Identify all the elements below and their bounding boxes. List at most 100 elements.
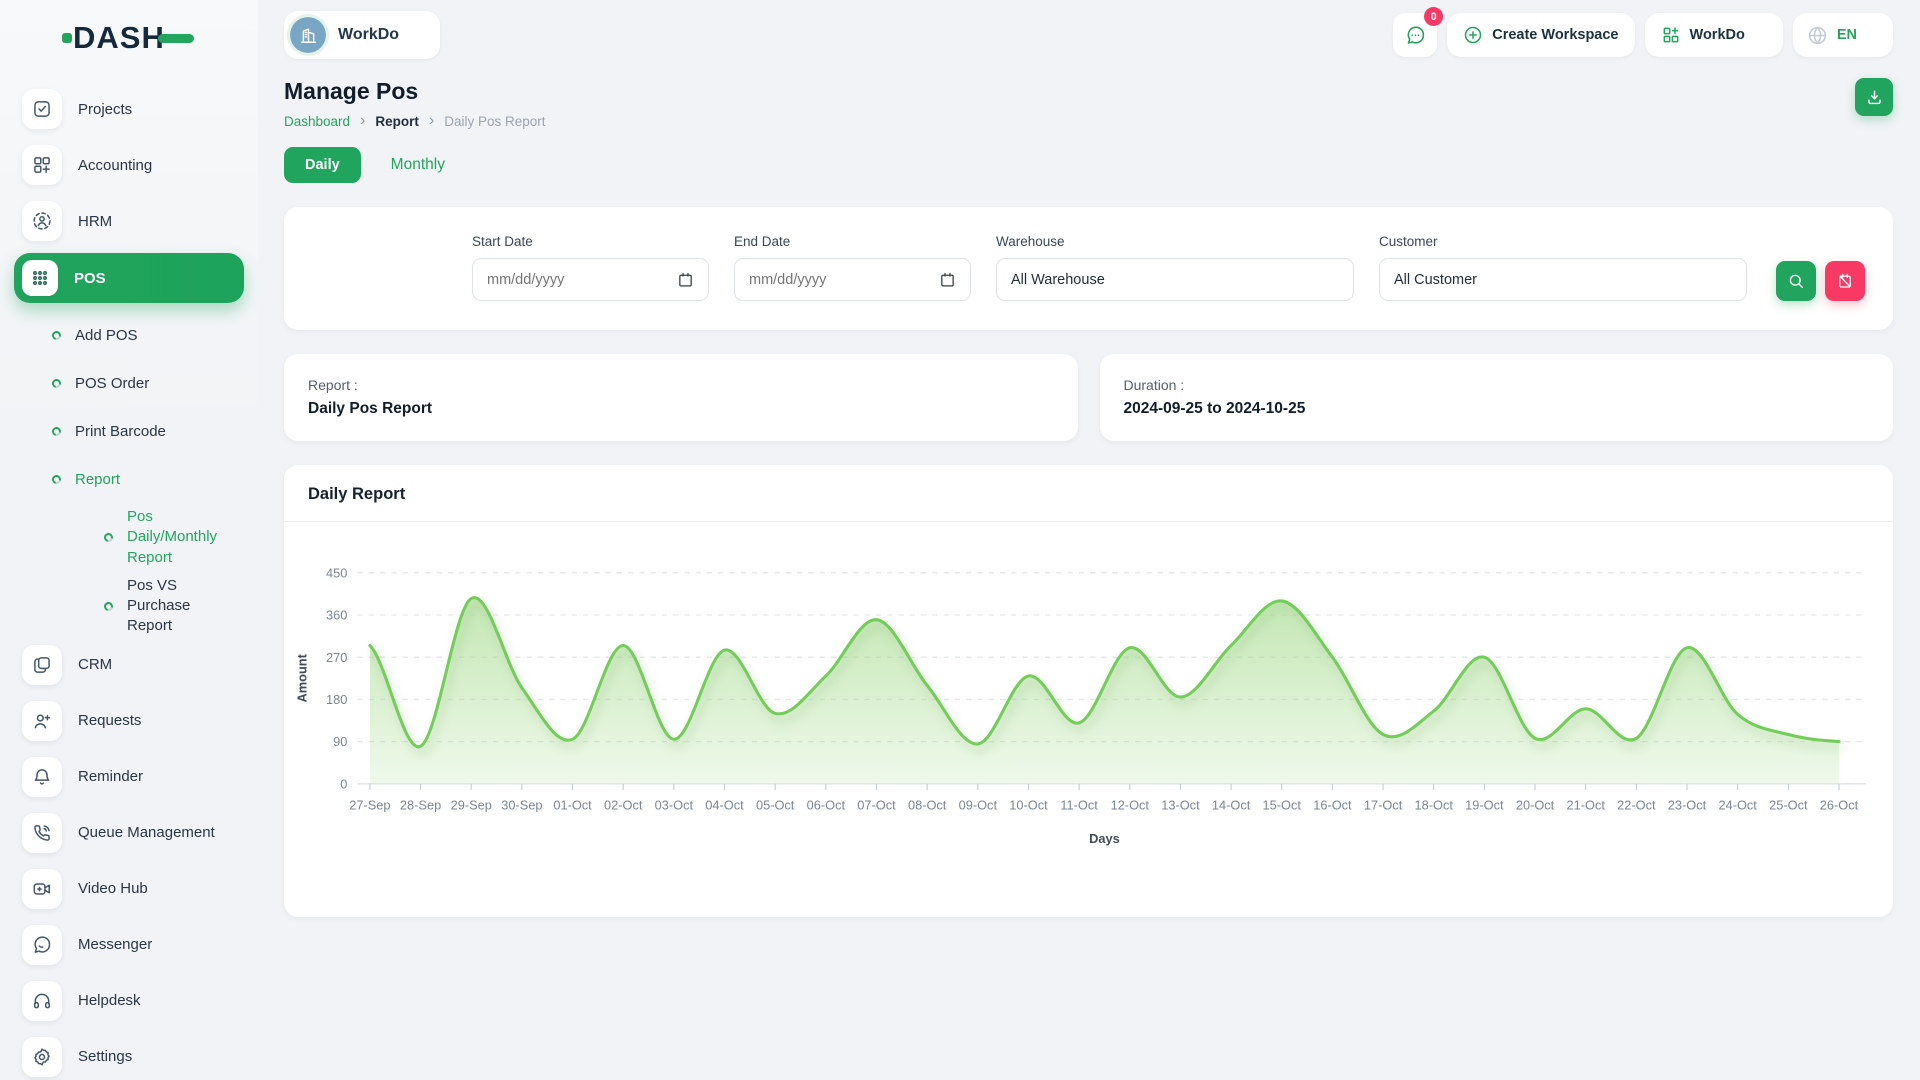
svg-text:14-Oct: 14-Oct [1212,797,1251,812]
copy-panels-icon [22,645,62,685]
svg-text:22-Oct: 22-Oct [1617,797,1656,812]
workspace-selector[interactable]: WorkDo [284,11,440,59]
sidebar-item-label: Queue Management [78,824,220,841]
chevron-right-icon [220,714,234,728]
donut-bullet-icon [102,531,114,543]
app-root: DASH Projects Accounting [0,0,1920,1080]
svg-text:30-Sep: 30-Sep [501,797,542,812]
chevron-down-icon [1325,273,1339,287]
workspace-name: WorkDo [338,26,399,44]
tab-monthly[interactable]: Monthly [391,156,445,174]
summary-row: Report : Daily Pos Report Duration : 202… [284,354,1893,441]
calendar-icon[interactable] [939,271,956,288]
chart-body: 09018027036045027-Sep28-Sep29-Sep30-Sep0… [284,522,1893,917]
sidebar-item-messenger[interactable]: Messenger [14,921,244,969]
person-scan-icon [22,201,62,241]
filter-actions [1776,261,1865,301]
svg-text:27-Sep: 27-Sep [349,797,390,812]
sidebar-item-requests[interactable]: Requests [14,697,244,745]
sidebar-item-label: Helpdesk [78,992,234,1009]
chevron-sep-icon: › [360,113,365,129]
svg-text:07-Oct: 07-Oct [857,797,896,812]
sidebar-item-pos-order[interactable]: POS Order [44,359,244,407]
sidebar-item-pos-daily-monthly-report[interactable]: Pos Daily/Monthly Report [96,503,244,572]
chevron-right-icon [220,472,234,486]
breadcrumb-report[interactable]: Report [375,114,419,129]
sidebar-item-label: CRM [78,656,220,673]
chevron-sep-icon: › [429,113,434,129]
donut-bullet-icon [50,473,62,485]
language-code: EN [1837,27,1857,43]
svg-text:08-Oct: 08-Oct [908,797,947,812]
svg-text:01-Oct: 01-Oct [553,797,592,812]
reset-filter-button[interactable] [1825,261,1865,301]
customer-select[interactable]: All Customer [1379,258,1747,301]
end-date-group: End Date [734,234,971,301]
sidebar-item-helpdesk[interactable]: Helpdesk [14,977,244,1025]
svg-text:02-Oct: 02-Oct [604,797,643,812]
chevron-down-icon [411,29,424,42]
customer-value: All Customer [1394,272,1477,288]
customer-group: Customer All Customer [1379,234,1747,301]
sidebar-subitem-label: Print Barcode [75,423,234,440]
check-square-icon [22,89,62,129]
start-date-input[interactable] [487,272,637,288]
svg-text:24-Oct: 24-Oct [1718,797,1757,812]
app-menu-button[interactable]: WorkDo [1645,13,1783,57]
warehouse-select[interactable]: All Warehouse [996,258,1354,301]
tab-daily[interactable]: Daily [284,147,361,183]
brand-logo[interactable]: DASH [14,16,244,59]
svg-text:23-Oct: 23-Oct [1668,797,1707,812]
main-area: WorkDo 0 Create Workspace WorkDo [258,0,1920,1080]
search-button[interactable] [1776,261,1816,301]
svg-text:04-Oct: 04-Oct [705,797,744,812]
sidebar-item-print-barcode[interactable]: Print Barcode [44,407,244,455]
breadcrumb: Dashboard › Report › Daily Pos Report [284,114,546,129]
sidebar-item-projects[interactable]: Projects [14,85,244,133]
chevron-right-icon [220,826,234,840]
sidebar-item-reminder[interactable]: Reminder [14,753,244,801]
export-download-button[interactable] [1855,78,1893,116]
sidebar-item-settings[interactable]: Settings [14,1033,244,1080]
svg-text:26-Oct: 26-Oct [1820,797,1859,812]
sidebar-item-pos-vs-purchase-report[interactable]: Pos VS Purchase Report [96,572,244,641]
sidebar-subitem-label: POS Order [75,375,234,392]
sidebar-item-accounting[interactable]: Accounting [14,141,244,189]
start-date-field[interactable] [472,258,709,301]
dots-grid-icon [22,260,58,296]
sidebar-item-queue-management[interactable]: Queue Management [14,809,244,857]
svg-text:11-Oct: 11-Oct [1060,797,1098,812]
chevron-down-icon [1754,29,1767,42]
messages-badge: 0 [1424,7,1443,26]
svg-text:16-Oct: 16-Oct [1313,797,1352,812]
sidebar-item-report[interactable]: Report [44,455,244,503]
sidebar-item-video-hub[interactable]: Video Hub [14,865,244,913]
duration-label: Duration : [1124,377,1870,393]
sidebar-item-crm[interactable]: CRM [14,641,244,689]
breadcrumb-dashboard[interactable]: Dashboard [284,114,350,129]
customer-label: Customer [1379,234,1747,249]
svg-text:270: 270 [326,650,347,665]
svg-text:12-Oct: 12-Oct [1111,797,1150,812]
svg-text:28-Sep: 28-Sep [400,797,441,812]
create-workspace-label: Create Workspace [1492,27,1618,43]
language-selector[interactable]: EN [1793,13,1893,57]
video-camera-icon [22,869,62,909]
svg-text:Amount: Amount [294,653,309,702]
svg-text:29-Sep: 29-Sep [451,797,492,812]
logo-dot-icon [62,33,72,43]
sidebar-item-add-pos[interactable]: Add POS [44,311,244,359]
sidebar-item-pos[interactable]: POS [14,253,244,303]
svg-text:90: 90 [333,734,347,749]
end-date-input[interactable] [749,272,899,288]
sidebar-item-label: Accounting [78,157,220,174]
create-workspace-button[interactable]: Create Workspace [1447,13,1634,57]
svg-text:18-Oct: 18-Oct [1415,797,1454,812]
calendar-icon[interactable] [677,271,694,288]
logo-text: DASH [73,22,165,53]
messages-button[interactable]: 0 [1393,13,1437,57]
end-date-field[interactable] [734,258,971,301]
sidebar-item-label: POS [74,270,219,287]
sidebar-item-hrm[interactable]: HRM [14,197,244,245]
breadcrumb-current: Daily Pos Report [444,114,545,129]
